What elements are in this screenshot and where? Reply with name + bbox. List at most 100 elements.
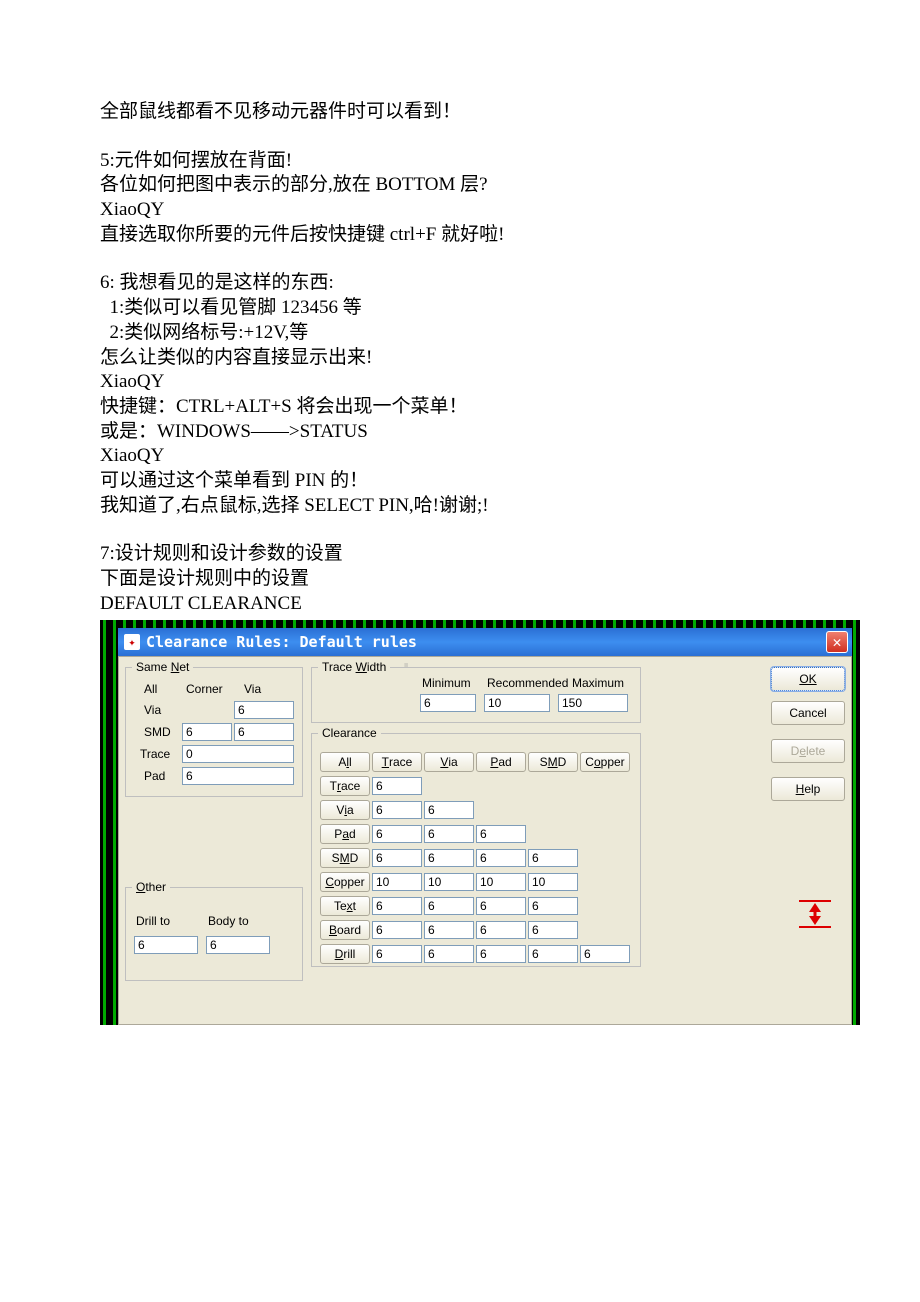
close-button[interactable]: ✕: [826, 631, 848, 653]
text-line: 我知道了,右点鼠标,选择 SELECT PIN,哈!谢谢;!: [100, 494, 820, 519]
text-line: 各位如何把图中表示的部分,放在 BOTTOM 层?: [100, 173, 820, 198]
trace-width-group: Trace Width Minimum Recommended Maximum: [311, 667, 641, 723]
text-line: XiaoQY: [100, 444, 820, 469]
text-line: DEFAULT CLEARANCE: [100, 592, 820, 617]
text-line: 直接选取你所要的元件后按快捷键 ctrl+F 就好啦!: [100, 223, 820, 248]
text-line: 6: 我想看见的是这样的东西:: [100, 271, 820, 296]
row-board-button[interactable]: Board: [320, 920, 370, 940]
drill-smd-input[interactable]: [580, 945, 630, 963]
clearance-group: Clearance All Trace Via Pad SMD Copper T…: [311, 733, 641, 967]
drill-all-input[interactable]: [372, 945, 422, 963]
app-icon: ✦: [124, 634, 140, 650]
board-all-input[interactable]: [372, 921, 422, 939]
cancel-button[interactable]: Cancel: [771, 701, 845, 725]
text-line: 或是：WINDOWS——>STATUS: [100, 420, 820, 445]
row-text-button[interactable]: Text: [320, 896, 370, 916]
paragraph-4: 7:设计规则和设计参数的设置 下面是设计规则中的设置 DEFAULT CLEAR…: [100, 542, 820, 616]
copper-all-input[interactable]: [372, 873, 422, 891]
minimum-label: Minimum: [422, 676, 471, 692]
col-via-button[interactable]: Via: [424, 752, 474, 772]
text-line: 1:类似可以看见管脚 123456 等: [100, 296, 820, 321]
trace-all-input[interactable]: [372, 777, 422, 795]
copper-pad-input[interactable]: [528, 873, 578, 891]
smd-all-input[interactable]: [372, 849, 422, 867]
drill-to-label: Drill to: [136, 914, 170, 930]
copper-via-input[interactable]: [476, 873, 526, 891]
other-title: Other: [132, 880, 170, 896]
pcb-background: ✦ Clearance Rules: Default rules ✕ www.d…: [100, 620, 860, 1025]
text-trace-input[interactable]: [424, 897, 474, 915]
col-smd-button[interactable]: SMD: [528, 752, 578, 772]
board-pad-input[interactable]: [528, 921, 578, 939]
text-line: XiaoQY: [100, 198, 820, 223]
col-corner: Corner: [186, 682, 223, 698]
close-icon: ✕: [832, 633, 841, 653]
screenshot: ✦ Clearance Rules: Default rules ✕ www.d…: [100, 620, 820, 1025]
recommended-input[interactable]: [484, 694, 550, 712]
text-line: 怎么让类似的内容直接显示出来!: [100, 346, 820, 371]
row-trace-button[interactable]: Trace: [320, 776, 370, 796]
text-pad-input[interactable]: [528, 897, 578, 915]
board-trace-input[interactable]: [424, 921, 474, 939]
body-to-label: Body to: [208, 914, 249, 930]
trace-width-title: Trace Width: [318, 660, 390, 676]
row-pad-label: Pad: [144, 769, 165, 785]
maximum-input[interactable]: [558, 694, 628, 712]
copper-trace-input[interactable]: [424, 873, 474, 891]
row-via-label: Via: [144, 703, 161, 719]
row-pad-button[interactable]: Pad: [320, 824, 370, 844]
ok-button[interactable]: OK: [771, 667, 845, 691]
help-label: Help: [796, 782, 821, 798]
trace-corner-input[interactable]: [182, 745, 294, 763]
col-pad-button[interactable]: Pad: [476, 752, 526, 772]
smd-trace-input[interactable]: [424, 849, 474, 867]
dialog-titlebar: ✦ Clearance Rules: Default rules ✕: [118, 628, 852, 656]
row-via-button[interactable]: Via: [320, 800, 370, 820]
drill-pad-input[interactable]: [528, 945, 578, 963]
paragraph-1: 全部鼠线都看不见移动元器件时可以看到！: [100, 100, 820, 125]
text-line: 7:设计规则和设计参数的设置: [100, 542, 820, 567]
pad-all-input[interactable]: [372, 825, 422, 843]
row-drill-button[interactable]: Drill: [320, 944, 370, 964]
row-smd-label: SMD: [144, 725, 171, 741]
via-all-input[interactable]: [372, 801, 422, 819]
row-smd-button[interactable]: SMD: [320, 848, 370, 868]
help-button[interactable]: Help: [771, 777, 845, 801]
dialog-body: www.docx.com Same Net All Corner Via Via…: [118, 656, 852, 1025]
pad-corner-input[interactable]: [182, 767, 294, 785]
text-line: 5:元件如何摆放在背面!: [100, 149, 820, 174]
via-via-input[interactable]: [234, 701, 294, 719]
text-all-input[interactable]: [372, 897, 422, 915]
row-trace-label: Trace: [140, 747, 170, 763]
text-line: XiaoQY: [100, 370, 820, 395]
col-via: Via: [244, 682, 261, 698]
col-copper-button[interactable]: Copper: [580, 752, 630, 772]
col-trace-button[interactable]: Trace: [372, 752, 422, 772]
board-via-input[interactable]: [476, 921, 526, 939]
text-line: 全部鼠线都看不见移动元器件时可以看到！: [100, 100, 820, 125]
same-net-group: Same Net All Corner Via Via SMD Trace Pa…: [125, 667, 303, 797]
smd-via-input2[interactable]: [476, 849, 526, 867]
pad-trace-input[interactable]: [424, 825, 474, 843]
delete-button[interactable]: Delete: [771, 739, 845, 763]
drill-trace-input[interactable]: [424, 945, 474, 963]
smd-corner-input[interactable]: [182, 723, 232, 741]
col-all-button[interactable]: All: [320, 752, 370, 772]
text-via-input[interactable]: [476, 897, 526, 915]
delete-label: Delete: [791, 744, 826, 760]
annotation-arrow-icon: [795, 899, 835, 929]
via-trace-input[interactable]: [424, 801, 474, 819]
drill-to-input[interactable]: [134, 936, 198, 954]
drill-via-input[interactable]: [476, 945, 526, 963]
row-copper-button[interactable]: Copper: [320, 872, 370, 892]
col-all: All: [144, 682, 157, 698]
pad-via-input[interactable]: [476, 825, 526, 843]
same-net-title: Same Net: [132, 660, 193, 676]
smd-via-input[interactable]: [234, 723, 294, 741]
minimum-input[interactable]: [420, 694, 476, 712]
smd-pad-input[interactable]: [528, 849, 578, 867]
text-line: 快捷键：CTRL+ALT+S 将会出现一个菜单！: [100, 395, 820, 420]
body-to-input[interactable]: [206, 936, 270, 954]
other-group: Other Drill to Body to: [125, 887, 303, 981]
paragraph-3: 6: 我想看见的是这样的东西: 1:类似可以看见管脚 123456 等 2:类似…: [100, 271, 820, 518]
